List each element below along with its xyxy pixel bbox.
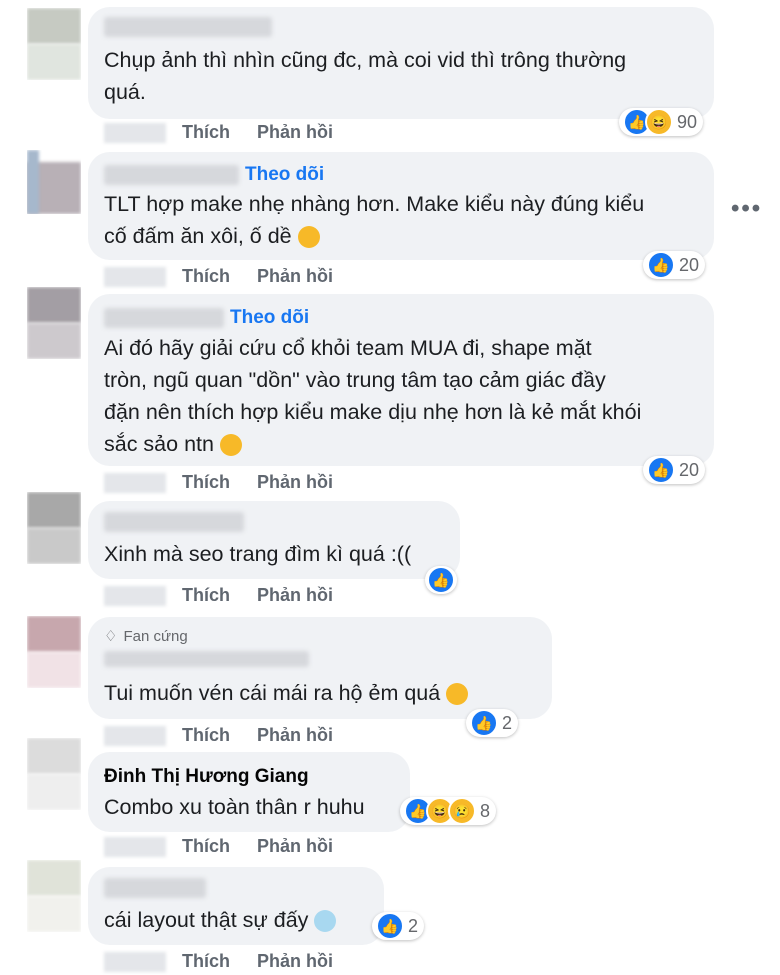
sad-emoji-icon xyxy=(297,226,320,249)
reaction-count: 20 xyxy=(679,459,700,480)
cry-emoji-icon xyxy=(446,683,469,706)
reply-link[interactable]: Phản hồi xyxy=(257,951,333,972)
comment-time[interactable] xyxy=(104,725,166,746)
comment-text: Chụp ảnh thì nhìn cũng đc, mà coi vid th… xyxy=(104,48,627,104)
reaction-count: 2 xyxy=(502,712,513,733)
like-link[interactable]: Thích xyxy=(182,266,230,287)
comment-actions: Thích Phản hồi xyxy=(104,266,333,287)
reply-link[interactable]: Phản hồi xyxy=(257,836,333,857)
like-link[interactable]: Thích xyxy=(182,725,230,746)
comment-time[interactable] xyxy=(104,472,166,493)
comment-actions: Thích Phản hồi xyxy=(104,585,333,606)
reaction-count: 8 xyxy=(480,800,491,821)
reply-link[interactable]: Phản hồi xyxy=(257,585,333,606)
comment-time[interactable] xyxy=(104,585,166,606)
sad-reaction-icon: 😢 xyxy=(448,797,476,825)
reaction-summary[interactable]: 👍 20 xyxy=(643,251,706,279)
reaction-summary[interactable]: 👍 😆 😢 8 xyxy=(400,797,497,825)
fan-badge: ♢ Fan cứng xyxy=(104,627,188,646)
like-reaction-icon: 👍 xyxy=(647,456,675,484)
like-reaction-icon: 👍 xyxy=(470,709,498,737)
comment-author[interactable]: Đinh Thị Hương Giang xyxy=(104,766,309,788)
avatar[interactable] xyxy=(27,287,81,359)
avatar[interactable] xyxy=(27,616,81,688)
reaction-count: 90 xyxy=(677,111,698,132)
comment-time[interactable] xyxy=(104,836,166,857)
comment-actions: Thích Phản hồi xyxy=(104,725,333,746)
reaction-summary[interactable]: 👍 xyxy=(425,566,457,594)
cold-emoji-icon xyxy=(314,910,337,933)
comment-author[interactable] xyxy=(104,878,206,898)
comment-actions: Thích Phản hồi xyxy=(104,951,333,972)
reaction-summary[interactable]: 👍 20 xyxy=(643,456,706,484)
comment-author[interactable]: Theo dõi xyxy=(104,164,324,186)
follow-link[interactable]: Theo dõi xyxy=(230,307,309,329)
like-link[interactable]: Thích xyxy=(182,836,230,857)
like-reaction-icon: 👍 xyxy=(376,912,404,940)
reply-link[interactable]: Phản hồi xyxy=(257,266,333,287)
follow-link[interactable]: Theo dõi xyxy=(245,164,324,186)
laugh-emoji-icon xyxy=(219,434,242,457)
reaction-summary[interactable]: 👍 😆 90 xyxy=(619,108,704,136)
avatar[interactable] xyxy=(27,738,81,810)
avatar[interactable] xyxy=(27,860,81,932)
comment-author[interactable] xyxy=(104,17,272,37)
more-dots-icon[interactable]: ••• xyxy=(731,195,762,223)
comment-author[interactable] xyxy=(104,512,244,532)
reaction-count: 20 xyxy=(679,254,700,275)
comment-text: Xinh mà seo trang đìm kì quá :(( xyxy=(104,542,412,566)
like-link[interactable]: Thích xyxy=(182,472,230,493)
like-link[interactable]: Thích xyxy=(182,122,230,143)
haha-reaction-icon: 😆 xyxy=(645,108,673,136)
reply-link[interactable]: Phản hồi xyxy=(257,472,333,493)
comment-time[interactable] xyxy=(104,266,166,287)
comment-text: cái layout thật sự đấy xyxy=(104,904,337,936)
comment-actions: Thích Phản hồi xyxy=(104,472,333,493)
comment-author[interactable] xyxy=(104,651,309,667)
reaction-summary[interactable]: 👍 2 xyxy=(466,709,519,737)
avatar[interactable] xyxy=(27,8,81,80)
avatar[interactable] xyxy=(27,492,81,564)
comment-time[interactable] xyxy=(104,122,166,143)
comment-time[interactable] xyxy=(104,951,166,972)
comment-text: Combo xu toàn thân r huhu xyxy=(104,795,365,819)
like-link[interactable]: Thích xyxy=(182,951,230,972)
comment-actions: Thích Phản hồi xyxy=(104,836,333,857)
comment-actions: Thích Phản hồi xyxy=(104,122,333,143)
like-reaction-icon: 👍 xyxy=(647,251,675,279)
comment-text: Ai đó hãy giải cứu cổ khỏi team MUA đi, … xyxy=(104,336,642,457)
reaction-count: 2 xyxy=(408,915,419,936)
like-reaction-icon: 👍 xyxy=(427,566,455,594)
avatar[interactable] xyxy=(27,150,81,214)
comment-text: Tui muốn vén cái mái ra hộ ẻm quá xyxy=(104,677,469,709)
comment-author[interactable]: Theo dõi xyxy=(104,307,309,329)
reply-link[interactable]: Phản hồi xyxy=(257,122,333,143)
reply-link[interactable]: Phản hồi xyxy=(257,725,333,746)
reaction-summary[interactable]: 👍 2 xyxy=(372,912,425,940)
like-link[interactable]: Thích xyxy=(182,585,230,606)
comment-text: TLT hợp make nhẹ nhàng hơn. Make kiểu nà… xyxy=(104,192,645,249)
diamond-icon: ♢ xyxy=(104,628,118,645)
